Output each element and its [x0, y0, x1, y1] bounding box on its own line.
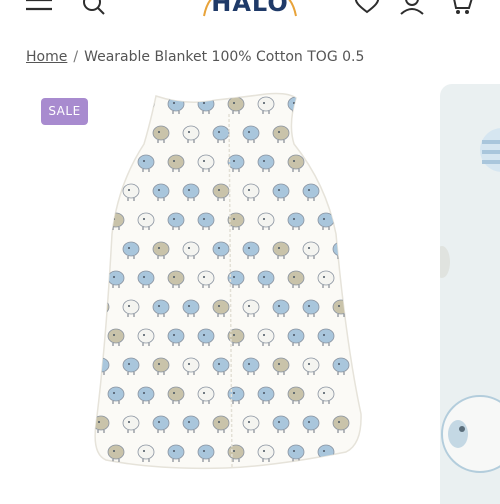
cart-icon	[453, 0, 473, 14]
product-image-next-preview[interactable]	[440, 84, 500, 504]
sheep-motif-icon	[122, 125, 140, 143]
sheep-motif-icon	[332, 183, 350, 201]
sheep-motif-icon	[95, 125, 110, 143]
sheep-motif-icon	[95, 241, 110, 259]
sheep-motif-icon	[107, 154, 125, 172]
sheep-motif-icon	[78, 271, 94, 288]
account-button[interactable]	[398, 0, 426, 18]
sheep-motif-icon	[317, 154, 335, 172]
sheep-motif-icon	[78, 213, 94, 230]
site-header: HALO	[0, 0, 500, 24]
sheep-motif-icon	[317, 96, 335, 114]
menu-icon	[26, 0, 52, 11]
sheep-motif-icon	[332, 125, 350, 143]
sheep-motif-icon	[78, 445, 94, 462]
sheep-face-icon	[441, 395, 500, 473]
sheep-motif-icon	[107, 96, 125, 114]
next-image-preview-art	[440, 128, 500, 473]
sheep-motif-icon	[317, 444, 335, 462]
menu-button[interactable]	[24, 0, 52, 18]
cart-button[interactable]	[447, 0, 475, 18]
sheep-motif-icon	[95, 183, 110, 201]
wishlist-button[interactable]	[353, 0, 381, 18]
sheep-motif-icon	[137, 96, 155, 114]
sheep-motif-icon	[78, 387, 94, 404]
search-button[interactable]	[80, 0, 108, 18]
user-icon	[400, 0, 424, 15]
breadcrumb: Home / Wearable Blanket 100% Cotton TOG 0.…	[26, 47, 364, 67]
sheep-motif-icon	[78, 329, 94, 346]
sleep-sack-image	[78, 92, 362, 470]
striped-ball-icon	[480, 128, 500, 172]
sale-badge: SALE	[41, 98, 88, 125]
partial-shape-icon	[440, 246, 450, 278]
breadcrumb-current: Wearable Blanket 100% Cotton TOG 0.5	[84, 49, 365, 65]
product-image-main[interactable]: SALE	[26, 84, 428, 500]
halo-logo[interactable]: HALO	[198, 0, 302, 20]
search-icon	[83, 0, 105, 15]
sheep-motif-icon	[302, 125, 320, 143]
breadcrumb-separator: /	[73, 49, 79, 65]
heart-icon	[354, 0, 380, 14]
logo-text: HALO	[211, 0, 289, 17]
breadcrumb-home-link[interactable]: Home	[26, 49, 67, 65]
sheep-motif-icon	[78, 155, 94, 172]
